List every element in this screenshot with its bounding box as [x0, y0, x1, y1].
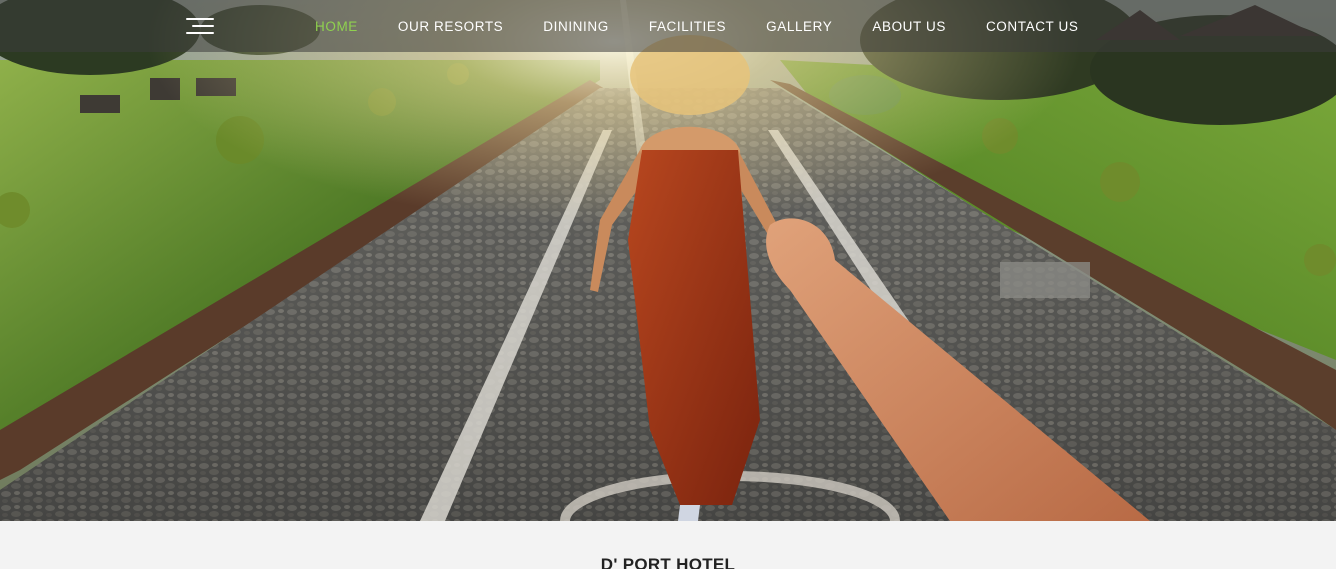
page: HOME OUR RESORTS DININING FACILITIES GAL…: [0, 0, 1336, 569]
intro-section: D' PORT HOTEL: [0, 521, 1336, 569]
hero-photo: [0, 0, 1336, 521]
nav-item-gallery[interactable]: GALLERY: [746, 19, 852, 34]
top-navigation-bar: HOME OUR RESORTS DININING FACILITIES GAL…: [0, 0, 1336, 52]
nav-item-facilities[interactable]: FACILITIES: [629, 19, 746, 34]
hero-image: [0, 0, 1336, 521]
hamburger-menu-icon[interactable]: [186, 17, 214, 35]
hotel-title: D' PORT HOTEL: [600, 555, 736, 569]
menu-line: [186, 18, 214, 20]
menu-line: [186, 32, 214, 34]
nav-item-dining[interactable]: DININING: [523, 19, 629, 34]
main-menu: HOME OUR RESORTS DININING FACILITIES GAL…: [295, 0, 1098, 52]
nav-item-home[interactable]: HOME: [295, 19, 378, 34]
nav-item-contact-us[interactable]: CONTACT US: [966, 19, 1099, 34]
nav-item-about-us[interactable]: ABOUT US: [852, 19, 966, 34]
nav-item-our-resorts[interactable]: OUR RESORTS: [378, 19, 523, 34]
menu-line: [192, 25, 214, 27]
